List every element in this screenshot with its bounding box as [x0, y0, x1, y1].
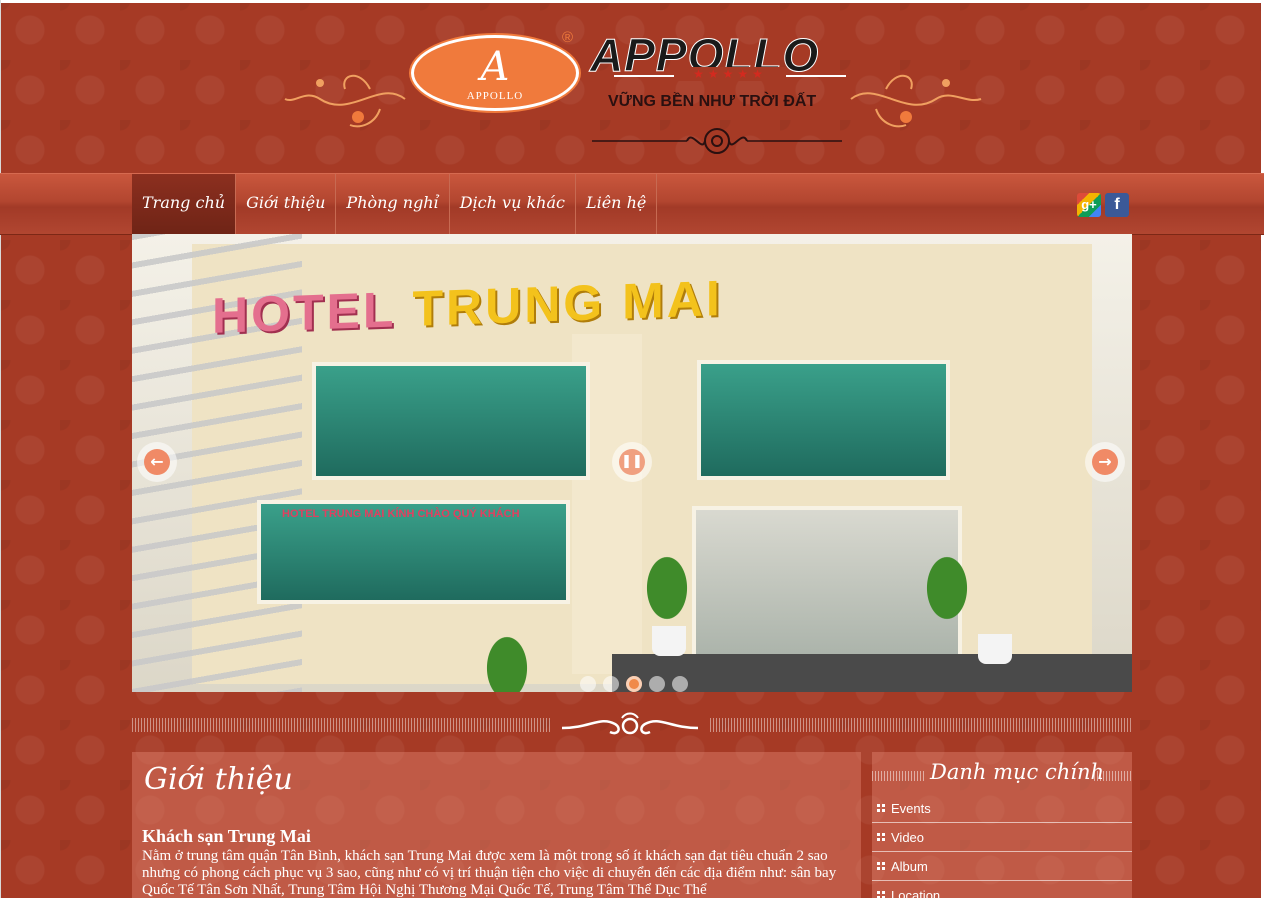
sidebar-item-label: Location: [891, 887, 941, 898]
sidebar-hatch-left: [872, 771, 924, 781]
intro-subtitle: Khách sạn Trung Mai: [142, 826, 311, 846]
sidebar-header: Danh mục chính: [872, 760, 1132, 790]
stars-rule: ★★★★★: [614, 67, 846, 81]
google-plus-icon[interactable]: g+: [1077, 193, 1101, 217]
grid-bullet-icon: [877, 891, 885, 898]
pot-right: [978, 634, 1012, 664]
sidebar-item-album[interactable]: Album: [872, 852, 1132, 881]
sidebar-title: Danh mục chính: [930, 760, 1105, 784]
hotel-sign-yellow: TRUNG MAI: [412, 270, 723, 337]
social-links: g+ f: [1077, 193, 1129, 217]
upper-window-left: [312, 362, 590, 480]
image-slider[interactable]: HOTEL TRUNG MAI HOTEL TRUNG MAI KÍNH CHÀ…: [132, 234, 1132, 692]
nav-item-contact[interactable]: Liên hệ: [576, 174, 658, 234]
sidebar-item-label: Events: [891, 800, 931, 816]
plant-small: [472, 614, 542, 692]
sidebar-item-events[interactable]: Events: [872, 794, 1132, 823]
brand-slogan: VỮNG BỀN NHƯ TRỜI ĐẤT: [608, 93, 817, 110]
slider-dot-2[interactable]: [603, 676, 619, 692]
pause-icon: ❚❚: [619, 449, 645, 475]
nav-item-about[interactable]: Giới thiệu: [236, 174, 337, 234]
intro-panel: Giới thiệu Khách sạn Trung Mai Nằm ở tru…: [132, 752, 861, 898]
slider-next-button[interactable]: →: [1085, 442, 1125, 482]
arrow-left-icon: ←: [144, 449, 170, 475]
ornament-divider-icon: [592, 128, 842, 154]
plant-left: [632, 534, 702, 624]
slider-dot-1[interactable]: [580, 676, 596, 692]
nav-menu: Trang chủ Giới thiệu Phòng nghỉ Dịch vụ …: [132, 174, 658, 234]
logo-letter: A: [480, 44, 510, 90]
sidebar-item-label: Video: [891, 829, 925, 845]
nav-item-services[interactable]: Dịch vụ khác: [450, 174, 576, 234]
nav-item-rooms[interactable]: Phòng nghỉ: [336, 174, 450, 234]
floral-swirl-right-icon: [850, 74, 982, 128]
pot-left: [652, 626, 686, 656]
nav-item-home[interactable]: Trang chủ: [132, 174, 237, 234]
intro-title: Giới thiệu: [144, 762, 293, 797]
main-navigation: Trang chủ Giới thiệu Phòng nghỉ Dịch vụ …: [0, 173, 1264, 235]
grid-bullet-icon: [877, 833, 885, 841]
slider-dot-5[interactable]: [672, 676, 688, 692]
sidebar-item-video[interactable]: Video: [872, 823, 1132, 852]
facebook-icon[interactable]: f: [1105, 193, 1129, 217]
logo-small-text: APPOLLO: [466, 90, 524, 102]
window-sign-text: HOTEL TRUNG MAI KÍNH CHÀO QUÝ KHÁCH: [282, 508, 520, 520]
slider-prev-button[interactable]: ←: [137, 442, 177, 482]
slider-pause-button[interactable]: ❚❚: [612, 442, 652, 482]
registered-mark: ®: [562, 29, 574, 46]
slider-dot-4[interactable]: [649, 676, 665, 692]
grid-bullet-icon: [877, 804, 885, 812]
sidebar-menu: Events Video Album Location: [872, 794, 1132, 898]
sidebar-hatch-right: [1094, 771, 1132, 781]
appollo-logo[interactable]: A APPOLLO: [411, 35, 579, 111]
plant-right: [912, 534, 982, 624]
divider-hatch-left: [132, 718, 552, 732]
floral-swirl-left-icon: [284, 74, 406, 128]
slider-pagination: [580, 676, 688, 692]
sidebar-item-location[interactable]: Location: [872, 881, 1132, 898]
sidebar-panel: Danh mục chính Events Video Album Locati…: [872, 752, 1132, 898]
site-header: A APPOLLO ® APPOLLO ★★★★★ VỮNG BỀN NHƯ T…: [0, 3, 1264, 173]
arrow-right-icon: →: [1092, 449, 1118, 475]
hotel-sign-red: HOTEL: [212, 281, 396, 344]
sidebar-item-label: Album: [891, 858, 928, 874]
slider-dot-3[interactable]: [626, 676, 642, 692]
grid-bullet-icon: [877, 862, 885, 870]
intro-text: Nằm ở trung tâm quận Tân Bình, khách sạn…: [142, 848, 837, 898]
rating-stars-icon: ★★★★★: [674, 67, 786, 81]
divider-hatch-right: [710, 718, 1132, 732]
upper-window-right: [697, 360, 950, 480]
entrance-steps: [612, 654, 1132, 692]
flourish-ornament-icon: [561, 712, 699, 735]
